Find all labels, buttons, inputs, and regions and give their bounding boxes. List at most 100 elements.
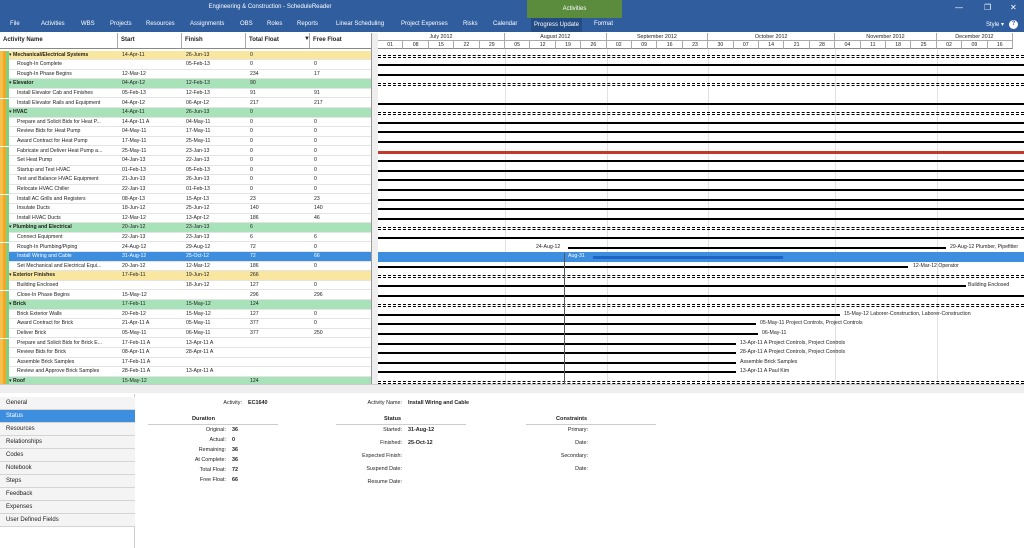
menu-activities[interactable]: Activities xyxy=(41,21,65,27)
activity-bar[interactable] xyxy=(378,131,1024,134)
horizontal-splitter[interactable] xyxy=(0,384,1024,393)
table-row[interactable]: Relocate HVAC Chiller 22-Jan-13 01-Feb-13 0… xyxy=(0,184,371,195)
table-row[interactable]: Install Elevator Rails and Equipment 04-A… xyxy=(0,98,371,109)
tab-relationships[interactable]: Relationships xyxy=(0,436,135,449)
table-row[interactable]: Rough-In Phase Begins 12-Mar-12 234 17 xyxy=(0,69,371,80)
float-line[interactable] xyxy=(586,246,946,249)
table-row[interactable]: Connect Equipment 22-Jan-13 23-Jan-13 6 6 xyxy=(0,232,371,243)
maximize-icon[interactable]: ❐ xyxy=(984,3,991,12)
activity-bar[interactable] xyxy=(378,169,1024,172)
activity-bar[interactable] xyxy=(378,323,756,326)
activity-bar[interactable] xyxy=(378,188,1024,191)
activity-bar[interactable] xyxy=(378,284,966,287)
summary-bar[interactable] xyxy=(378,304,1024,308)
activity-bar[interactable] xyxy=(378,160,1024,163)
collapse-caret-icon[interactable]: ▾ xyxy=(9,79,12,88)
style-dropdown[interactable]: Style ▾ xyxy=(986,21,1004,28)
menu-projects[interactable]: Projects xyxy=(110,21,132,27)
activity-bar[interactable] xyxy=(378,352,736,355)
help-icon[interactable]: ? xyxy=(1009,20,1018,29)
collapse-caret-icon[interactable]: ▾ xyxy=(9,271,12,280)
menu-wbs[interactable]: WBS xyxy=(81,21,95,27)
table-row[interactable]: Install Elevator Cab and Finishes 05-Feb-… xyxy=(0,88,371,99)
col-header-start[interactable]: Start xyxy=(118,33,182,49)
activity-bar[interactable] xyxy=(378,73,1024,76)
context-tab-activities[interactable]: Activities xyxy=(527,0,622,18)
col-header-finish[interactable]: Finish xyxy=(182,33,246,49)
activity-bar[interactable] xyxy=(378,294,1024,297)
collapse-caret-icon[interactable]: ▾ xyxy=(9,51,12,60)
activity-bar[interactable] xyxy=(378,140,1024,143)
table-row[interactable]: Rough-In Complete 05-Feb-13 0 0 xyxy=(0,60,371,70)
summary-bar[interactable] xyxy=(378,83,1024,87)
wbs-row[interactable]: ▾ Roof 15-May-12 124 xyxy=(0,376,371,384)
menu-resources[interactable]: Resources xyxy=(146,21,175,27)
table-row[interactable]: Install AC Grills and Registers 08-Apr-13… xyxy=(0,194,371,205)
menu-assignments[interactable]: Assignments xyxy=(190,21,224,27)
table-row[interactable]: Building Enclosed 18-Jun-12 127 0 xyxy=(0,280,371,291)
activity-bar[interactable] xyxy=(378,208,1024,211)
activity-bar[interactable] xyxy=(378,332,758,335)
table-row[interactable]: Close-In Phase Begins 15-May-12 296 296 xyxy=(0,290,371,301)
activity-bar[interactable] xyxy=(568,246,586,249)
collapse-caret-icon[interactable]: ▾ xyxy=(9,223,12,232)
collapse-caret-icon[interactable]: ▾ xyxy=(9,300,12,309)
menu-project-expenses[interactable]: Project Expenses xyxy=(401,21,448,27)
wbs-row[interactable]: ▾ Elevator 04-Apr-12 12-Feb-13 90 xyxy=(0,79,371,89)
table-row[interactable]: Install Wiring and Cable 31-Aug-12 25-Oct-… xyxy=(0,252,371,262)
table-row[interactable]: Startup and Test HVAC 01-Feb-13 05-Feb-13 0… xyxy=(0,165,371,176)
tab-notebook[interactable]: Notebook xyxy=(0,462,135,475)
table-row[interactable]: Test and Balance HVAC Equipment 21-Jun-13… xyxy=(0,175,371,185)
activity-bar[interactable] xyxy=(378,121,1024,124)
tab-codes[interactable]: Codes xyxy=(0,449,135,462)
menu-risks[interactable]: Risks xyxy=(463,21,478,27)
table-row[interactable]: Assemble Brick Samples 17-Feb-11 A xyxy=(0,357,371,368)
menu-linear-scheduling[interactable]: Linear Scheduling xyxy=(336,21,384,27)
menu-format[interactable]: Format xyxy=(594,21,613,27)
table-row[interactable]: Prepare and Solicit Bids for Brick E... 1… xyxy=(0,338,371,349)
table-row[interactable]: Review Bids for Heat Pump 04-May-11 17-May… xyxy=(0,127,371,137)
table-row[interactable]: Set Mechanical and Electrical Equi... 20-… xyxy=(0,261,371,272)
activity-bar[interactable] xyxy=(378,342,736,345)
tab-feedback[interactable]: Feedback xyxy=(0,488,135,501)
table-row[interactable]: Review Bids for Brick 08-Apr-11 A 28-Apr-1… xyxy=(0,348,371,358)
activity-bar[interactable] xyxy=(378,371,736,374)
col-header-total-float[interactable]: Total Float xyxy=(246,33,310,49)
tab-user-defined-fields[interactable]: User Defined Fields xyxy=(0,514,135,527)
wbs-row[interactable]: ▾ Mechanical/Electrical Systems 14-Apr-11 2… xyxy=(0,50,371,61)
activity-bar[interactable] xyxy=(378,102,1024,105)
collapse-caret-icon[interactable]: ▾ xyxy=(9,108,12,117)
tab-resources[interactable]: Resources xyxy=(0,423,135,436)
table-row[interactable]: Set Heat Pump 04-Jan-13 22-Jan-13 0 0 xyxy=(0,156,371,166)
summary-bar[interactable] xyxy=(378,112,1024,116)
selected-activity-bar[interactable] xyxy=(593,256,783,260)
tab-steps[interactable]: Steps xyxy=(0,475,135,488)
menu-file[interactable]: File xyxy=(10,21,20,27)
menu-reports[interactable]: Reports xyxy=(297,21,318,27)
menu-calendar[interactable]: Calendar xyxy=(493,21,517,27)
collapse-caret-icon[interactable]: ▾ xyxy=(9,377,12,384)
summary-bar[interactable] xyxy=(378,227,1024,231)
tab-expenses[interactable]: Expenses xyxy=(0,501,135,514)
activity-bar[interactable] xyxy=(378,265,908,268)
col-header-activity-name[interactable]: Activity Name xyxy=(0,33,118,49)
menu-progress-update[interactable]: Progress Update xyxy=(531,18,583,32)
tab-general[interactable]: General xyxy=(0,397,135,410)
activity-bar[interactable] xyxy=(378,361,736,364)
table-row[interactable]: Award Contract for Brick 21-Apr-11 A 05-Ma… xyxy=(0,319,371,329)
activity-bar[interactable] xyxy=(378,236,1024,239)
table-row[interactable]: Deliver Brick 05-May-11 06-May-11 377 250 xyxy=(0,328,371,339)
activity-bar[interactable] xyxy=(378,64,1024,67)
critical-bar[interactable] xyxy=(378,150,1024,154)
summary-bar[interactable] xyxy=(378,275,1024,279)
wbs-row[interactable]: ▾ HVAC 14-Apr-11 26-Jun-13 0 xyxy=(0,108,371,118)
summary-bar[interactable] xyxy=(378,54,1024,58)
table-row[interactable]: Review and Approve Brick Samples 28-Feb-1… xyxy=(0,367,371,377)
col-header-free-float[interactable]: Free Float xyxy=(310,33,371,49)
menu-roles[interactable]: Roles xyxy=(267,21,282,27)
activity-bar[interactable] xyxy=(378,198,1024,201)
table-row[interactable]: Install HVAC Ducts 12-Mar-12 13-Apr-12 186 4… xyxy=(0,213,371,224)
activity-bar[interactable] xyxy=(378,217,1024,220)
activity-bar[interactable] xyxy=(378,179,1024,182)
wbs-row[interactable]: ▾ Plumbing and Electrical 20-Jan-12 23-Jan-… xyxy=(0,223,371,233)
